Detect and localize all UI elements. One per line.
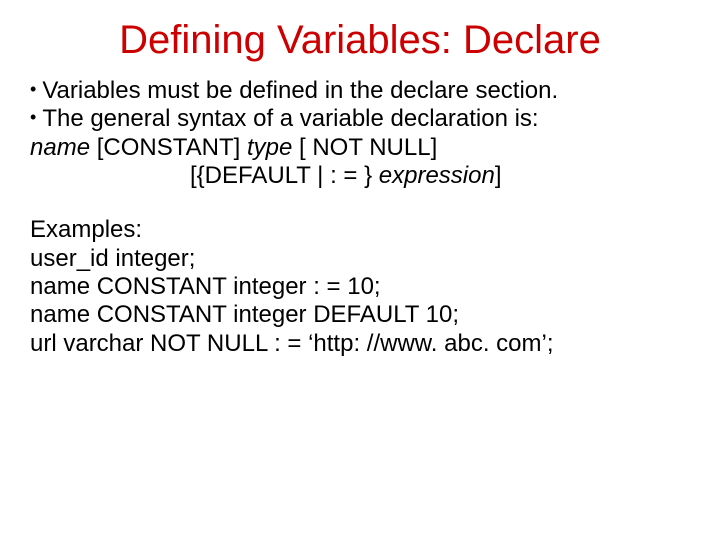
syntax-default-prefix: [{DEFAULT | : = } [190,162,379,189]
bullet-item: • Variables must be defined in the decla… [30,77,690,105]
bullet-text: Variables must be defined in the declare… [42,77,558,105]
bullet-icon: • [30,77,36,102]
example-line: name CONSTANT integer : = 10; [30,273,690,301]
examples-heading: Examples: [30,216,690,244]
syntax-notnull: [ NOT NULL] [292,134,437,161]
syntax-line-2: [{DEFAULT | : = } expression] [30,162,690,190]
bullet-item: • The general syntax of a variable decla… [30,105,690,133]
bullet-text: The general syntax of a variable declara… [42,105,538,133]
syntax-type: type [247,134,292,161]
example-line: user_id integer; [30,245,690,273]
slide: Defining Variables: Declare • Variables … [0,0,720,358]
example-line: name CONSTANT integer DEFAULT 10; [30,301,690,329]
syntax-expression: expression [379,162,495,189]
syntax-name: name [30,134,90,161]
slide-body: • Variables must be defined in the decla… [30,77,690,358]
slide-title: Defining Variables: Declare [30,18,690,63]
bullet-icon: • [30,105,36,130]
syntax-line-1: name [CONSTANT] type [ NOT NULL] [30,134,690,162]
syntax-constant: [CONSTANT] [90,134,247,161]
example-line: url varchar NOT NULL : = ‘http: //www. a… [30,330,690,358]
spacer [30,190,690,216]
syntax-default-suffix: ] [495,162,502,189]
